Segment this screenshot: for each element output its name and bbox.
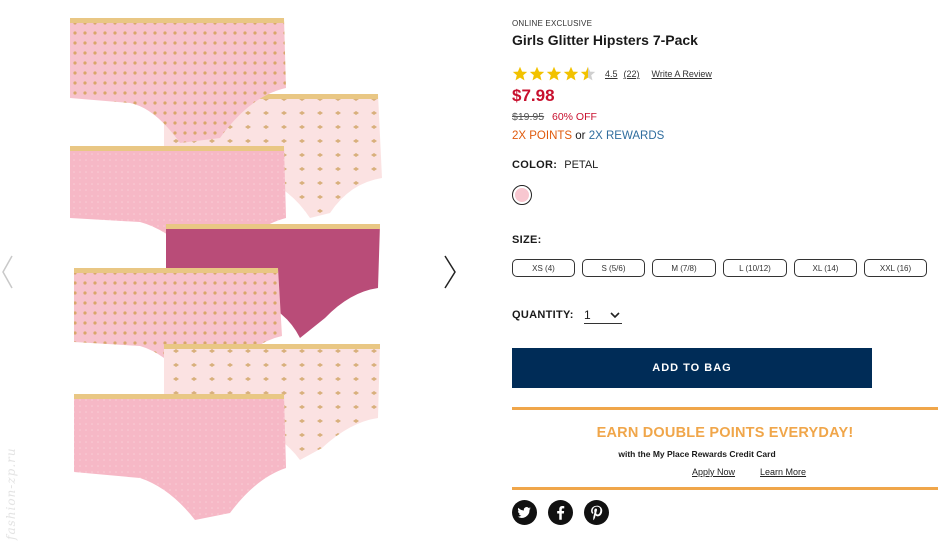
apply-now-link[interactable]: Apply Now xyxy=(692,467,735,477)
size-options: XS (4) S (5/6) M (7/8) L (10/12) XL (14)… xyxy=(512,259,927,277)
quantity-label: QUANTITY: xyxy=(512,309,574,321)
size-button-xxl[interactable]: XXL (16) xyxy=(864,259,927,277)
product-title: Girls Glitter Hipsters 7-Pack xyxy=(512,32,698,48)
size-button-xl[interactable]: XL (14) xyxy=(794,259,857,277)
pinterest-icon[interactable] xyxy=(584,500,609,525)
color-swatch-petal[interactable] xyxy=(512,185,532,205)
star-rating[interactable] xyxy=(512,66,597,82)
color-row: COLOR: PETAL xyxy=(512,159,598,171)
rewards-text: 2X REWARDS xyxy=(588,130,665,142)
star-icon xyxy=(529,66,545,81)
points-text: 2X POINTS xyxy=(512,130,573,142)
size-button-l[interactable]: L (10/12) xyxy=(723,259,787,277)
rating-row: 4.5 (22) Write A Review xyxy=(512,65,712,83)
rewards-promo-banner: EARN DOUBLE POINTS EVERYDAY! with the My… xyxy=(512,407,938,490)
star-icon xyxy=(512,66,528,81)
quantity-value: 1 xyxy=(584,307,591,322)
swatch-fill xyxy=(515,188,529,202)
chevron-left-icon[interactable] xyxy=(0,254,16,290)
rewards-row: 2X POINTS or 2X REWARDS xyxy=(512,130,664,142)
rating-value-link[interactable]: 4.5 xyxy=(605,69,618,79)
chevron-right-icon[interactable] xyxy=(442,254,458,290)
watermark: fashion-zp.ru xyxy=(4,447,18,540)
promo-title: EARN DOUBLE POINTS EVERYDAY! xyxy=(596,425,854,441)
add-to-bag-button[interactable]: ADD TO BAG xyxy=(512,348,872,388)
product-image[interactable] xyxy=(60,8,400,538)
product-details: ONLINE EXCLUSIVE Girls Glitter Hipsters … xyxy=(512,0,938,542)
online-exclusive-badge: ONLINE EXCLUSIVE xyxy=(512,19,593,28)
promo-subtitle: with the My Place Rewards Credit Card xyxy=(618,449,776,459)
facebook-icon[interactable] xyxy=(548,500,573,525)
list-price: $19.95 xyxy=(512,111,545,123)
color-label: COLOR: xyxy=(512,159,558,171)
half-star-icon xyxy=(580,66,596,81)
chevron-down-icon xyxy=(610,312,620,319)
learn-more-link[interactable]: Learn More xyxy=(760,467,806,477)
discount-text: 60% OFF xyxy=(552,111,597,123)
review-count-link[interactable]: (22) xyxy=(624,69,640,79)
size-button-m[interactable]: M (7/8) xyxy=(652,259,716,277)
color-value: PETAL xyxy=(564,159,599,171)
write-review-link[interactable]: Write A Review xyxy=(652,69,712,79)
or-text: or xyxy=(575,130,586,142)
promo-links: Apply Now Learn More xyxy=(692,467,831,477)
star-icon xyxy=(546,66,562,81)
twitter-icon[interactable] xyxy=(512,500,537,525)
size-button-s[interactable]: S (5/6) xyxy=(582,259,645,277)
product-gallery: fashion-zp.ru xyxy=(0,0,470,542)
size-button-xs[interactable]: XS (4) xyxy=(512,259,575,277)
social-share xyxy=(512,500,620,525)
sale-price: $7.98 xyxy=(512,86,555,105)
size-label: SIZE: xyxy=(512,234,542,246)
quantity-select[interactable]: 1 xyxy=(584,306,622,324)
star-icon xyxy=(563,66,579,81)
